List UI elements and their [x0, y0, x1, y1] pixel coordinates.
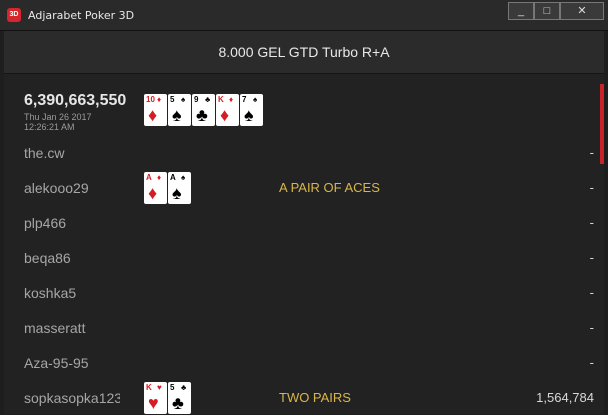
playing-card: 7 ♠ ♠	[240, 94, 263, 126]
tournament-header: 8.000 GEL GTD Turbo R+A	[4, 31, 604, 74]
player-row: the.cw -	[4, 136, 604, 170]
hand-time: 12:26:21 AM	[24, 122, 75, 132]
card-rank: 7	[242, 95, 247, 104]
player-row: koshka5 -	[4, 276, 604, 310]
player-row: beqa86 -	[4, 241, 604, 275]
card-rank: K	[218, 95, 224, 104]
playing-card: A ♦ ♦	[144, 172, 167, 204]
player-row: alekooo29 A ♦ ♦ A ♠ ♠ A PAIR OF ACES -	[4, 171, 604, 205]
player-row: plp466 -	[4, 206, 604, 240]
player-name: the.cw	[24, 145, 65, 161]
playing-card: 5 ♣ ♣	[168, 382, 191, 414]
maximize-button[interactable]: □	[534, 2, 560, 20]
player-winnings: -	[589, 320, 594, 335]
card-rank: 5	[170, 383, 175, 392]
card-suit-icon: ♣	[196, 105, 208, 125]
window-controls: _ □ ✕	[508, 2, 604, 20]
player-name: plp466	[24, 215, 67, 231]
player-name: koshka5	[24, 285, 77, 301]
playing-card: 10 ♦ ♦	[144, 94, 167, 126]
player-row: Aza-95-95 -	[4, 346, 604, 380]
player-winnings: -	[589, 180, 594, 195]
player-winnings: -	[589, 250, 594, 265]
minimize-button[interactable]: _	[508, 2, 534, 20]
window-title: Adjarabet Poker 3D	[28, 9, 135, 22]
player-name: Aza-95-95	[24, 355, 89, 371]
playing-card: K ♦ ♦	[216, 94, 239, 126]
close-button[interactable]: ✕	[560, 2, 604, 20]
card-rank: A	[146, 173, 152, 182]
card-rank: A	[170, 173, 176, 182]
player-name: alekooo29	[24, 180, 89, 196]
hand-history-panel: 6,390,663,550 Thu Jan 26 2017 12:26:21 A…	[4, 74, 604, 414]
player-winnings: -	[589, 145, 594, 160]
player-name: masseratt	[24, 320, 86, 336]
card-suit-small: ♣	[205, 95, 211, 104]
card-rank: 9	[194, 95, 199, 104]
title-bar: 3D Adjarabet Poker 3D _ □ ✕	[0, 0, 608, 31]
card-suit-icon: ♦	[220, 105, 230, 125]
playing-card: A ♠ ♠	[168, 172, 191, 204]
card-suit-icon: ♣	[172, 393, 184, 413]
tournament-title: 8.000 GEL GTD Turbo R+A	[218, 44, 390, 60]
player-name: beqa86	[24, 250, 71, 266]
card-suit-icon: ♦	[148, 183, 158, 203]
card-suit-small: ♠	[181, 173, 186, 182]
card-suit-small: ♦	[157, 173, 162, 182]
card-suit-small: ♦	[157, 95, 162, 104]
playing-card: K ♥ ♥	[144, 382, 167, 414]
card-suit-small: ♦	[229, 95, 234, 104]
card-suit-icon: ♥	[148, 393, 159, 413]
card-suit-small: ♠	[253, 95, 258, 104]
scrollbar[interactable]	[600, 84, 604, 164]
card-suit-icon: ♠	[172, 105, 182, 125]
player-name: sopkasopka123	[24, 390, 120, 406]
player-winnings: -	[589, 355, 594, 370]
player-row: masseratt -	[4, 311, 604, 345]
card-suit-icon: ♠	[172, 183, 182, 203]
card-rank: 5	[170, 95, 175, 104]
app-logo-icon: 3D	[7, 8, 21, 22]
player-row: sopkasopka123 K ♥ ♥ 5 ♣ ♣ TWO PAIRS 1,564,784	[4, 381, 604, 415]
card-suit-icon: ♠	[244, 105, 254, 125]
card-rank: K	[146, 383, 152, 392]
hand-result: TWO PAIRS	[279, 390, 351, 405]
card-rank: 10	[146, 95, 155, 104]
hand-number: 6,390,663,550	[24, 92, 127, 109]
card-suit-icon: ♦	[148, 105, 158, 125]
card-suit-small: ♥	[157, 383, 162, 392]
hand-date: Thu Jan 26 2017	[24, 112, 92, 122]
player-winnings: 1,564,784	[536, 390, 594, 405]
player-hole-cards: A ♦ ♦ A ♠ ♠	[144, 172, 191, 204]
player-hole-cards: K ♥ ♥ 5 ♣ ♣	[144, 382, 191, 414]
player-winnings: -	[589, 285, 594, 300]
hand-result: A PAIR OF ACES	[279, 180, 380, 195]
card-suit-small: ♠	[181, 95, 186, 104]
board-cards: 10 ♦ ♦ 5 ♠ ♠ 9 ♣ ♣ K ♦ ♦ 7 ♠ ♠	[144, 94, 263, 126]
playing-card: 9 ♣ ♣	[192, 94, 215, 126]
player-winnings: -	[589, 215, 594, 230]
card-suit-small: ♣	[181, 383, 187, 392]
playing-card: 5 ♠ ♠	[168, 94, 191, 126]
